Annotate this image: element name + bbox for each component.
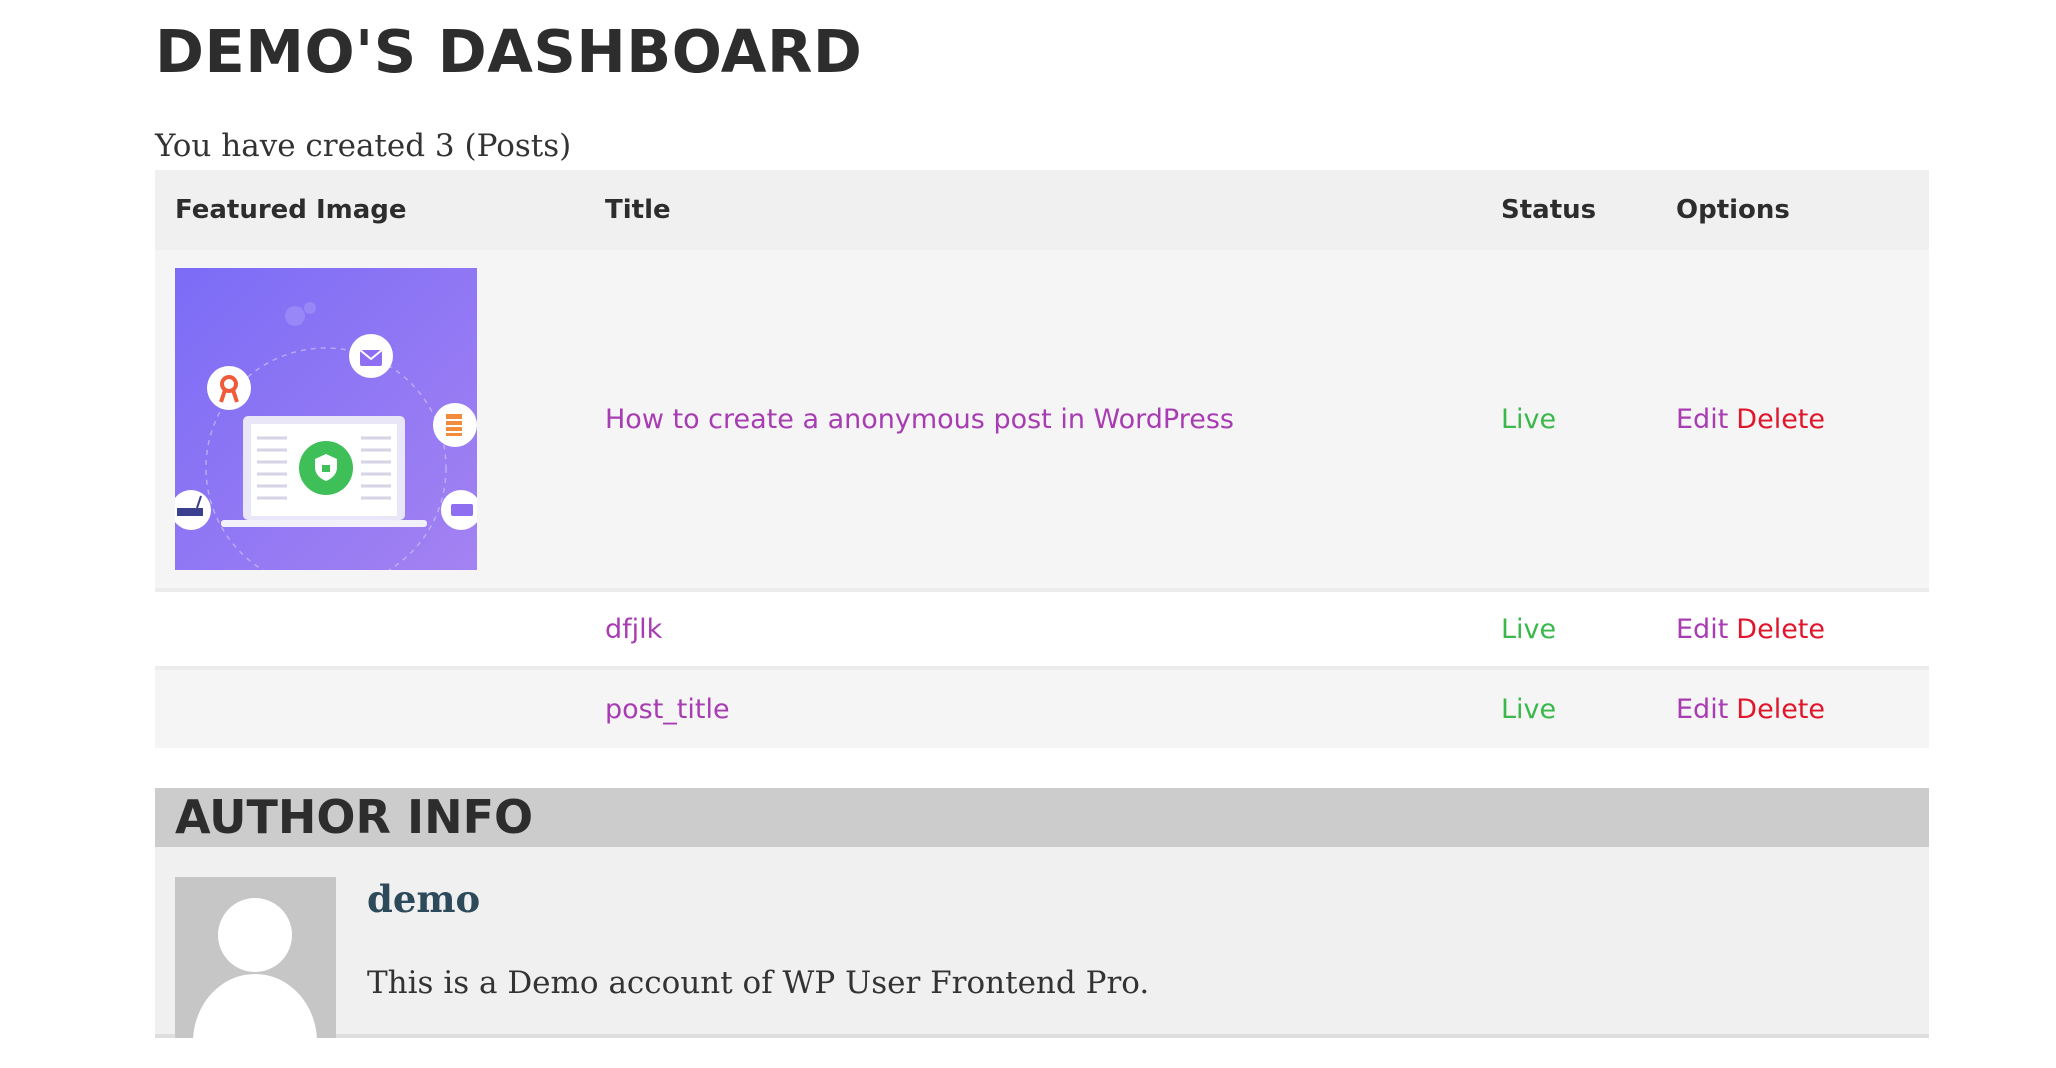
table-row: How to create a anonymous post in WordPr…: [155, 250, 1929, 592]
post-title-link[interactable]: How to create a anonymous post in WordPr…: [605, 404, 1234, 435]
options-cell: Edit Delete: [1676, 614, 1929, 645]
header-featured-image: Featured Image: [175, 195, 407, 225]
author-bio: This is a Demo account of WP User Fronte…: [367, 965, 1150, 1001]
delete-link[interactable]: Delete: [1736, 614, 1825, 645]
featured-image-cell: [155, 268, 605, 570]
edit-link[interactable]: Edit: [1676, 614, 1728, 645]
avatar: [175, 877, 336, 1038]
author-name: demo: [367, 877, 481, 921]
title-cell: How to create a anonymous post in WordPr…: [605, 404, 1501, 435]
header-options: Options: [1676, 195, 1790, 225]
post-title-link[interactable]: dfjlk: [605, 614, 662, 645]
post-title-link[interactable]: post_title: [605, 694, 730, 725]
featured-image-thumbnail[interactable]: [175, 268, 477, 570]
header-status: Status: [1501, 195, 1597, 225]
delete-link[interactable]: Delete: [1736, 694, 1825, 725]
status-cell: Live: [1501, 404, 1676, 435]
status-badge: Live: [1501, 403, 1557, 435]
table-header: Featured Image Title Status Options: [155, 170, 1929, 250]
table-row: post_title Live Edit Delete: [155, 670, 1929, 748]
status-cell: Live: [1501, 694, 1676, 725]
edit-link[interactable]: Edit: [1676, 694, 1728, 725]
title-cell: dfjlk: [605, 614, 1501, 645]
author-info-heading: AUTHOR INFO: [155, 788, 1929, 847]
delete-link[interactable]: Delete: [1736, 404, 1825, 435]
post-count: You have created 3 (Posts): [155, 128, 572, 164]
options-cell: Edit Delete: [1676, 694, 1929, 725]
table-row: dfjlk Live Edit Delete: [155, 592, 1929, 670]
status-cell: Live: [1501, 614, 1676, 645]
header-title: Title: [605, 195, 671, 225]
page-title: DEMO'S DASHBOARD: [155, 17, 863, 86]
posts-table: Featured Image Title Status Options How …: [155, 170, 1929, 748]
author-info-panel: demo This is a Demo account of WP User F…: [155, 847, 1929, 1038]
edit-link[interactable]: Edit: [1676, 404, 1728, 435]
status-badge: Live: [1501, 613, 1557, 645]
title-cell: post_title: [605, 694, 1501, 725]
avatar-placeholder-icon: [175, 877, 336, 1038]
status-badge: Live: [1501, 693, 1557, 725]
options-cell: Edit Delete: [1676, 404, 1929, 435]
